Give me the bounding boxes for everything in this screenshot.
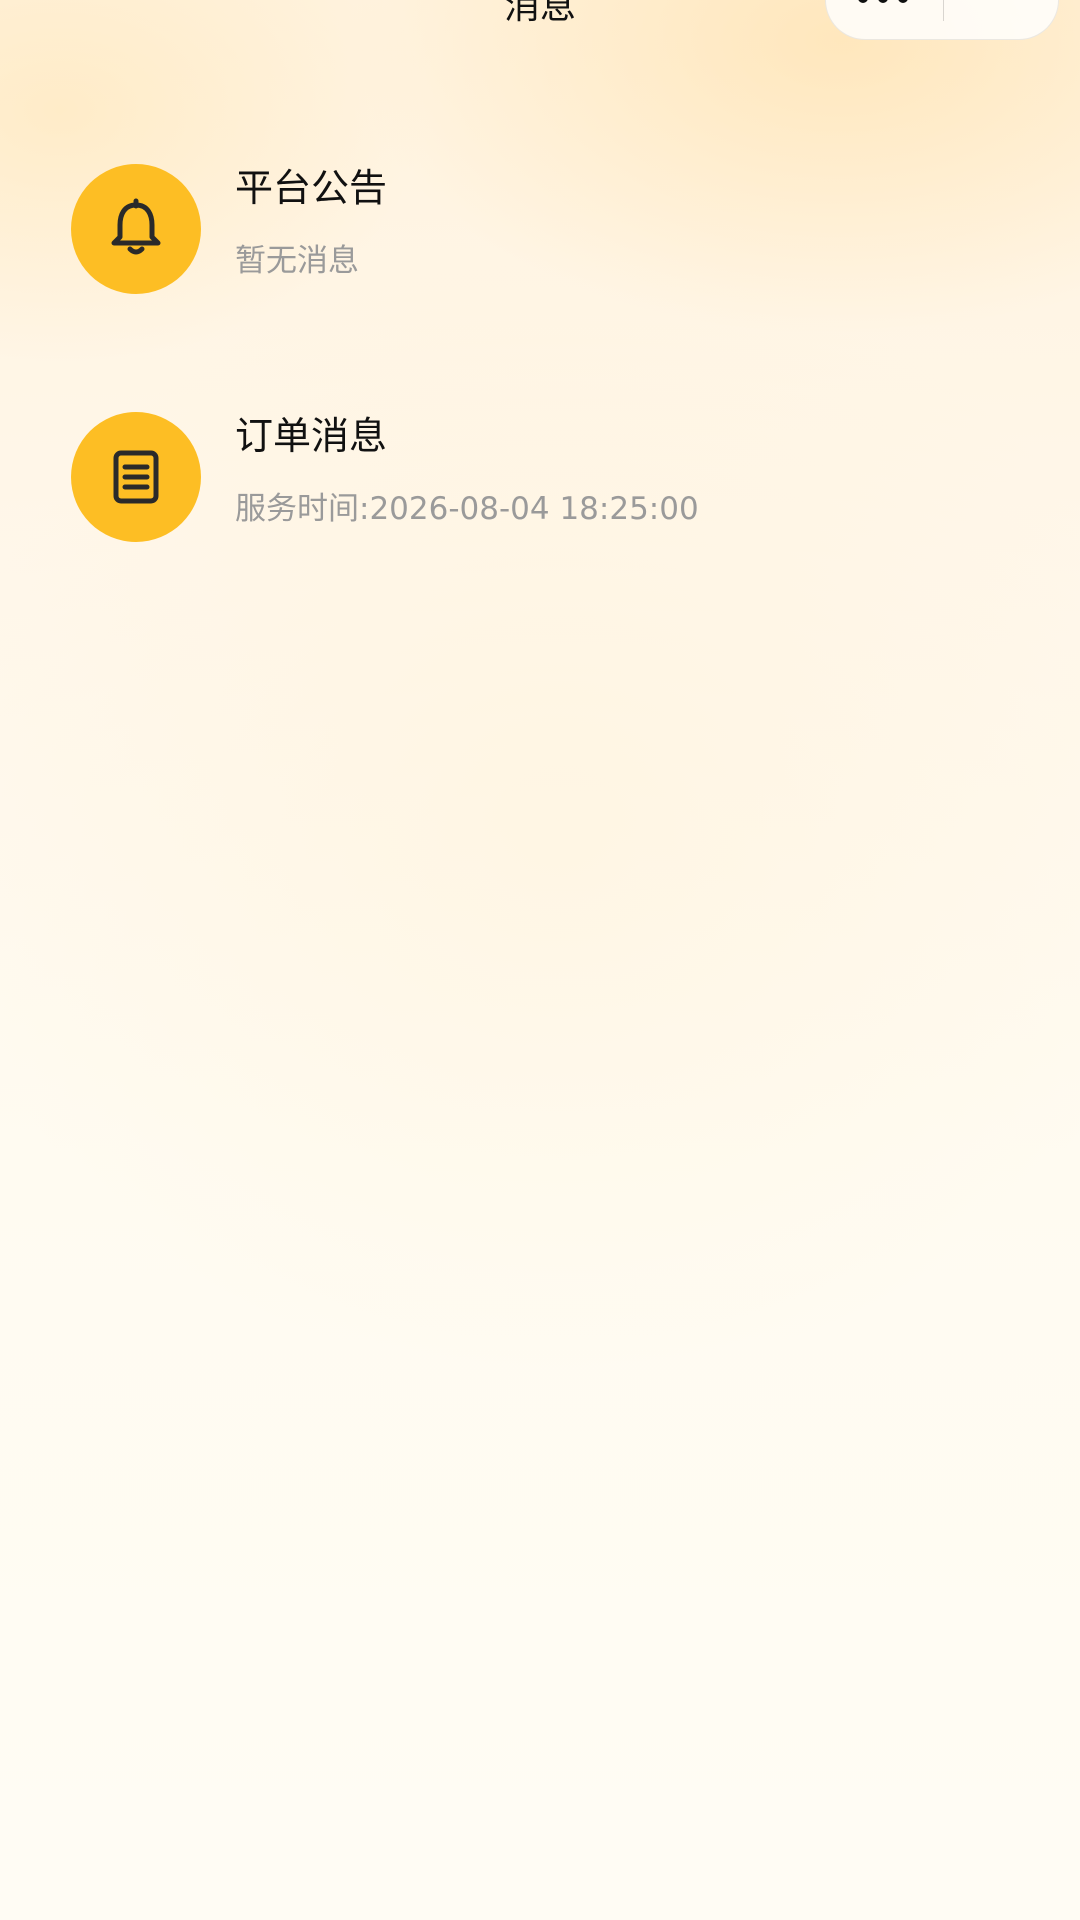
capsule-divider	[943, 0, 944, 21]
message-item-announcement[interactable]: 平台公告 暂无消息	[0, 162, 1080, 410]
message-title: 订单消息	[235, 414, 388, 458]
more-dots-icon[interactable]	[858, 0, 912, 5]
message-title: 平台公告	[235, 166, 388, 210]
close-circle-icon[interactable]	[978, 0, 1028, 11]
document-icon	[71, 412, 201, 542]
message-list: 平台公告 暂无消息 订单消息 服务时间:2026-08-04 18:25:00	[0, 162, 1080, 658]
message-subtitle: 暂无消息	[235, 243, 359, 279]
mini-program-capsule	[825, 0, 1059, 40]
bell-icon	[71, 164, 201, 294]
message-item-order[interactable]: 订单消息 服务时间:2026-08-04 18:25:00	[0, 410, 1080, 658]
message-subtitle: 服务时间:2026-08-04 18:25:00	[235, 491, 699, 527]
